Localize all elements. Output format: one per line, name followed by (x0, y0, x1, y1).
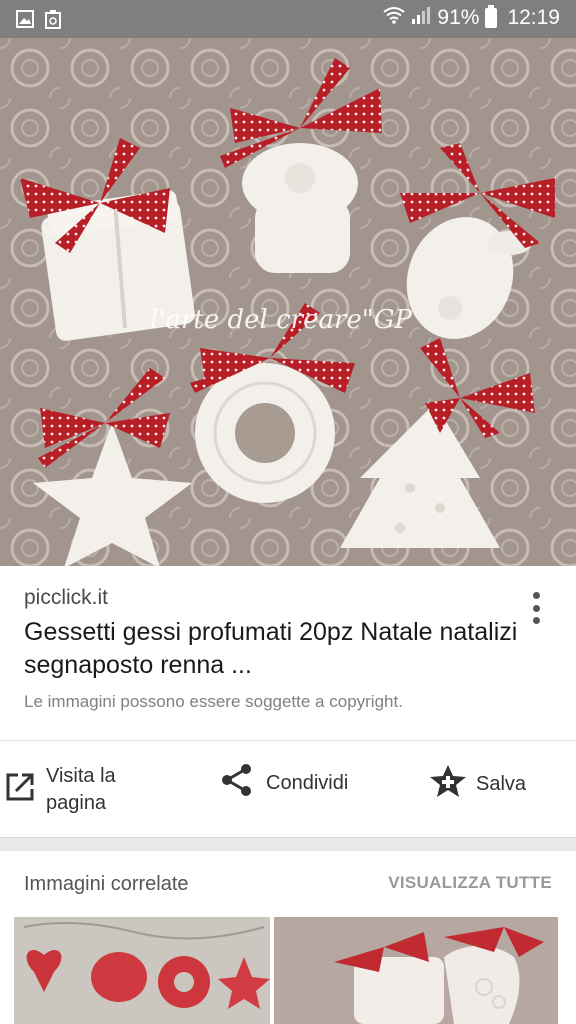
copyright-notice: Le immagini possono essere soggette a co… (24, 692, 403, 711)
wifi-icon (383, 6, 406, 30)
source-domain[interactable]: picclick.it (24, 586, 108, 610)
save-button[interactable]: Salva (428, 763, 526, 805)
visit-page-button[interactable]: Visita la pagina (4, 763, 166, 817)
status-bar: 91% 12:19 (0, 0, 576, 38)
recycle-notification-icon (44, 9, 62, 29)
result-info: picclick.it Gessetti gessi profumati 20p… (0, 566, 576, 740)
related-images-title: Immagini correlate (24, 873, 189, 895)
related-images-section: Immagini correlate VISUALIZZA TUTTE (0, 851, 576, 1024)
wreath-ornament (195, 363, 335, 503)
related-image-thumbnail[interactable] (14, 917, 270, 1024)
share-icon (220, 763, 254, 803)
save-label: Salva (476, 772, 527, 795)
action-bar: Visita la pagina Condividi Salva (0, 741, 576, 837)
section-separator (0, 837, 576, 851)
main-image[interactable]: l'arte del creare"GP (0, 38, 576, 566)
result-title[interactable]: Gessetti gessi profumati 20pz Natale nat… (24, 616, 524, 682)
share-label: Condividi (266, 771, 349, 794)
image-watermark: l'arte del creare"GP (150, 305, 413, 335)
star-plus-icon (428, 763, 468, 805)
view-all-button[interactable]: VISUALIZZA TUTTE (388, 873, 552, 893)
battery-percent: 91% (437, 6, 480, 29)
clock: 12:19 (507, 6, 560, 29)
share-button[interactable]: Condividi (220, 763, 348, 803)
signal-icon (411, 6, 431, 30)
gallery-notification-icon (16, 9, 34, 29)
open-external-icon (4, 771, 36, 809)
more-options-icon[interactable] (522, 588, 550, 628)
visit-page-label: Visita la pagina (46, 765, 116, 814)
related-image-thumbnail[interactable] (274, 917, 558, 1024)
santa-ornament (242, 143, 358, 273)
battery-icon (485, 5, 498, 28)
